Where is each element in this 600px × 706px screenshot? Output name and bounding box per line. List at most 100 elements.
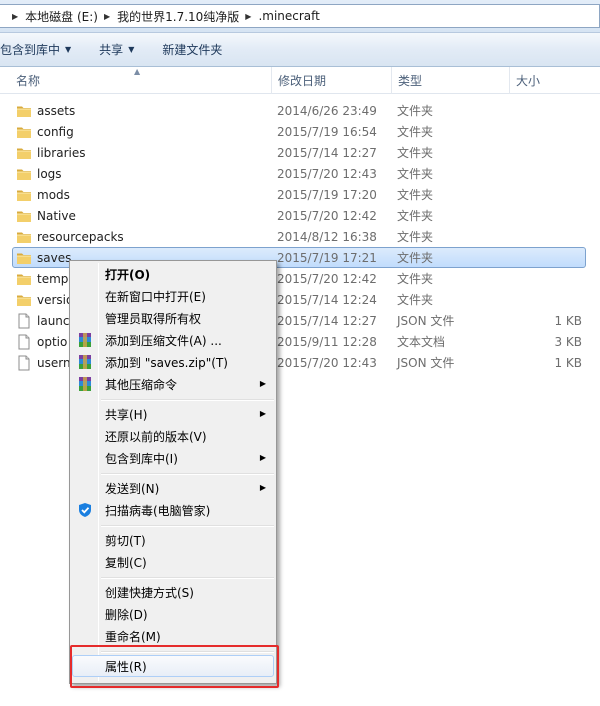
file-date: 2015/7/19 17:21	[277, 250, 377, 265]
winrar-icon	[77, 354, 93, 370]
file-row[interactable]: assets 2014/6/26 23:49 文件夹	[0, 100, 600, 121]
file-row[interactable]: resourcepacks 2014/8/12 16:38 文件夹	[0, 226, 600, 247]
chevron-right-icon[interactable]: ▶	[12, 12, 18, 21]
file-date: 2014/8/12 16:38	[277, 229, 377, 244]
file-size: 3 KB	[554, 334, 582, 349]
file-type: JSON 文件	[397, 356, 455, 370]
folder-icon	[16, 250, 32, 266]
folder-icon	[16, 103, 32, 119]
file-size	[520, 184, 582, 205]
file-name: optio	[37, 334, 68, 349]
file-date: 2015/7/19 16:54	[277, 124, 377, 139]
chevron-down-icon: ▼	[128, 45, 135, 54]
file-type: 文件夹	[397, 104, 434, 118]
column-type[interactable]: 类型	[392, 67, 510, 94]
file-type: 文本文档	[397, 335, 446, 349]
include-in-library-button[interactable]: 包含到库中 ▼	[0, 38, 79, 62]
file-size	[520, 205, 582, 226]
breadcrumb-folder[interactable]: 我的世界1.7.10纯净版	[117, 5, 239, 27]
submenu-arrow-icon: ▶	[259, 453, 266, 462]
annotation-highlight-box	[70, 645, 279, 688]
file-icon	[16, 334, 32, 350]
file-type: JSON 文件	[397, 314, 455, 328]
menu-item-include-library[interactable]: 包含到库中(I) ▶	[72, 447, 274, 469]
file-size	[520, 289, 582, 310]
chevron-right-icon[interactable]: ▶	[245, 12, 251, 21]
column-header: ▲ 名称 修改日期 类型 大小	[0, 67, 600, 94]
file-type: 文件夹	[397, 209, 434, 223]
breadcrumb[interactable]: ▶ 本地磁盘 (E:) ▶ 我的世界1.7.10纯净版 ▶ .minecraft	[0, 4, 600, 28]
file-name: assets	[37, 103, 76, 118]
menu-item-send-to[interactable]: 发送到(N) ▶	[72, 477, 274, 499]
menu-separator	[101, 577, 274, 579]
file-type: 文件夹	[397, 251, 434, 265]
file-row[interactable]: logs 2015/7/20 12:43 文件夹	[0, 163, 600, 184]
folder-icon	[16, 124, 32, 140]
menu-item-open-new-window[interactable]: 在新窗口中打开(E)	[72, 285, 274, 307]
file-type: 文件夹	[397, 167, 434, 181]
folder-icon	[16, 145, 32, 161]
submenu-arrow-icon: ▶	[259, 409, 266, 418]
chevron-down-icon: ▼	[65, 45, 72, 54]
file-type: 文件夹	[397, 125, 434, 139]
file-icon	[16, 355, 32, 371]
file-size: 1 KB	[554, 313, 582, 328]
file-row[interactable]: mods 2015/7/19 17:20 文件夹	[0, 184, 600, 205]
file-type: 文件夹	[397, 230, 434, 244]
menu-separator	[101, 525, 274, 527]
folder-icon	[16, 187, 32, 203]
file-row[interactable]: config 2015/7/19 16:54 文件夹	[0, 121, 600, 142]
file-date: 2015/7/20 12:42	[277, 208, 377, 223]
file-name: saves	[37, 250, 72, 265]
menu-item-copy[interactable]: 复制(C)	[72, 551, 274, 573]
file-row[interactable]: Native 2015/7/20 12:42 文件夹	[0, 205, 600, 226]
menu-item-take-ownership[interactable]: 管理员取得所有权	[72, 307, 274, 329]
chevron-right-icon[interactable]: ▶	[104, 12, 110, 21]
file-icon	[16, 313, 32, 329]
menu-item-scan-virus[interactable]: 扫描病毒(电脑管家)	[72, 499, 274, 521]
menu-item-other-compress[interactable]: 其他压缩命令 ▶	[72, 373, 274, 395]
menu-item-open[interactable]: 打开(O)	[72, 263, 274, 285]
menu-item-add-zip[interactable]: 添加到 "saves.zip"(T)	[72, 351, 274, 373]
file-date: 2015/7/14 12:27	[277, 313, 377, 328]
new-folder-button[interactable]: 新建文件夹	[154, 38, 230, 62]
folder-icon	[16, 208, 32, 224]
menu-item-cut[interactable]: 剪切(T)	[72, 529, 274, 551]
context-menu: 打开(O) 在新窗口中打开(E) 管理员取得所有权 添加到压缩文件(A) ...…	[69, 260, 277, 684]
menu-item-add-archive[interactable]: 添加到压缩文件(A) ...	[72, 329, 274, 351]
address-bar: ▶ 本地磁盘 (E:) ▶ 我的世界1.7.10纯净版 ▶ .minecraft	[0, 0, 600, 33]
command-bar: 包含到库中 ▼ 共享 ▼ 新建文件夹	[0, 33, 600, 67]
file-date: 2015/7/20 12:43	[277, 355, 377, 370]
file-row[interactable]: libraries 2015/7/14 12:27 文件夹	[0, 142, 600, 163]
menu-separator	[101, 473, 274, 475]
file-size	[520, 100, 582, 121]
file-size	[520, 247, 582, 268]
file-type: 文件夹	[397, 146, 434, 160]
file-name: mods	[37, 187, 70, 202]
menu-item-create-shortcut[interactable]: 创建快捷方式(S)	[72, 581, 274, 603]
breadcrumb-drive[interactable]: 本地磁盘 (E:)	[25, 5, 98, 27]
winrar-icon	[77, 376, 93, 392]
file-type: 文件夹	[397, 293, 434, 307]
folder-icon	[16, 166, 32, 182]
menu-item-restore-previous[interactable]: 还原以前的版本(V)	[72, 425, 274, 447]
column-date[interactable]: 修改日期	[272, 67, 392, 94]
file-size	[520, 226, 582, 247]
file-name: usern	[37, 355, 71, 370]
file-size	[520, 142, 582, 163]
submenu-arrow-icon: ▶	[259, 483, 266, 492]
menu-item-rename[interactable]: 重命名(M)	[72, 625, 274, 647]
file-date: 2015/9/11 12:28	[277, 334, 377, 349]
share-button[interactable]: 共享 ▼	[91, 38, 142, 62]
file-size	[520, 268, 582, 289]
breadcrumb-current[interactable]: .minecraft	[258, 5, 319, 27]
file-date: 2015/7/14 12:24	[277, 292, 377, 307]
column-size[interactable]: 大小	[510, 67, 600, 94]
file-date: 2014/6/26 23:49	[277, 103, 377, 118]
winrar-icon	[77, 332, 93, 348]
file-name: Native	[37, 208, 76, 223]
menu-item-delete[interactable]: 删除(D)	[72, 603, 274, 625]
menu-item-share[interactable]: 共享(H) ▶	[72, 403, 274, 425]
column-name[interactable]: 名称	[0, 67, 272, 94]
file-type: 文件夹	[397, 188, 434, 202]
